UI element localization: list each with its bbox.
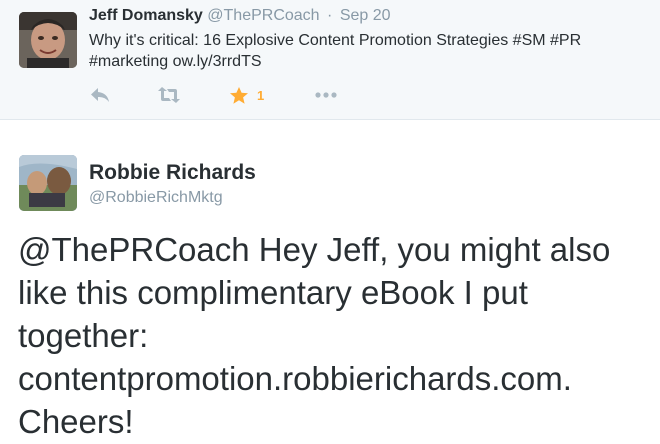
author-handle[interactable]: @RobbieRichMktg [89, 189, 223, 207]
jeff-avatar[interactable] [19, 12, 77, 68]
retweet-icon [158, 87, 180, 103]
tweet-text-line: together: [18, 317, 149, 354]
author-handle[interactable]: @ThePRCoach [207, 7, 319, 24]
parent-tweet[interactable]: Jeff Domansky @ThePRCoach · Sep 20 Why i… [0, 0, 660, 120]
retweet-button[interactable] [157, 84, 181, 106]
tweet-header: Jeff Domansky @ThePRCoach · Sep 20 [89, 7, 391, 25]
favorite-count: 1 [257, 87, 265, 103]
tweet-text-line: like this complimentary eBook I put [18, 274, 528, 311]
tweet-text-line: @ThePRCoach Hey Jeff, you might also [18, 231, 611, 268]
tweet-text-line: #marketing ow.ly/3rrdTS [89, 53, 262, 70]
favorite-button[interactable]: 1 [229, 84, 264, 106]
tweet-date[interactable]: Sep 20 [340, 7, 391, 24]
tweet-text-line: Why it's critical: 16 Explosive Content … [89, 32, 582, 49]
tweet-text-line: Cheers! [18, 403, 134, 440]
robbie-avatar[interactable] [19, 155, 77, 211]
tweet-text-line: contentpromotion.robbierichards.com. [18, 360, 572, 397]
reply-button[interactable] [89, 84, 111, 106]
more-dots-icon [315, 92, 337, 98]
tweet-text: @ThePRCoach Hey Jeff, you might also lik… [18, 228, 653, 443]
more-button[interactable] [314, 84, 338, 106]
reply-icon [91, 88, 109, 102]
author-name[interactable]: Robbie Richards [89, 161, 256, 185]
reply-tweet[interactable]: Robbie Richards @RobbieRichMktg @ThePRCo… [0, 120, 660, 444]
tweet-text: Why it's critical: 16 Explosive Content … [89, 30, 649, 72]
star-icon [230, 86, 248, 104]
author-name[interactable]: Jeff Domansky [89, 7, 203, 24]
separator: · [327, 7, 333, 24]
